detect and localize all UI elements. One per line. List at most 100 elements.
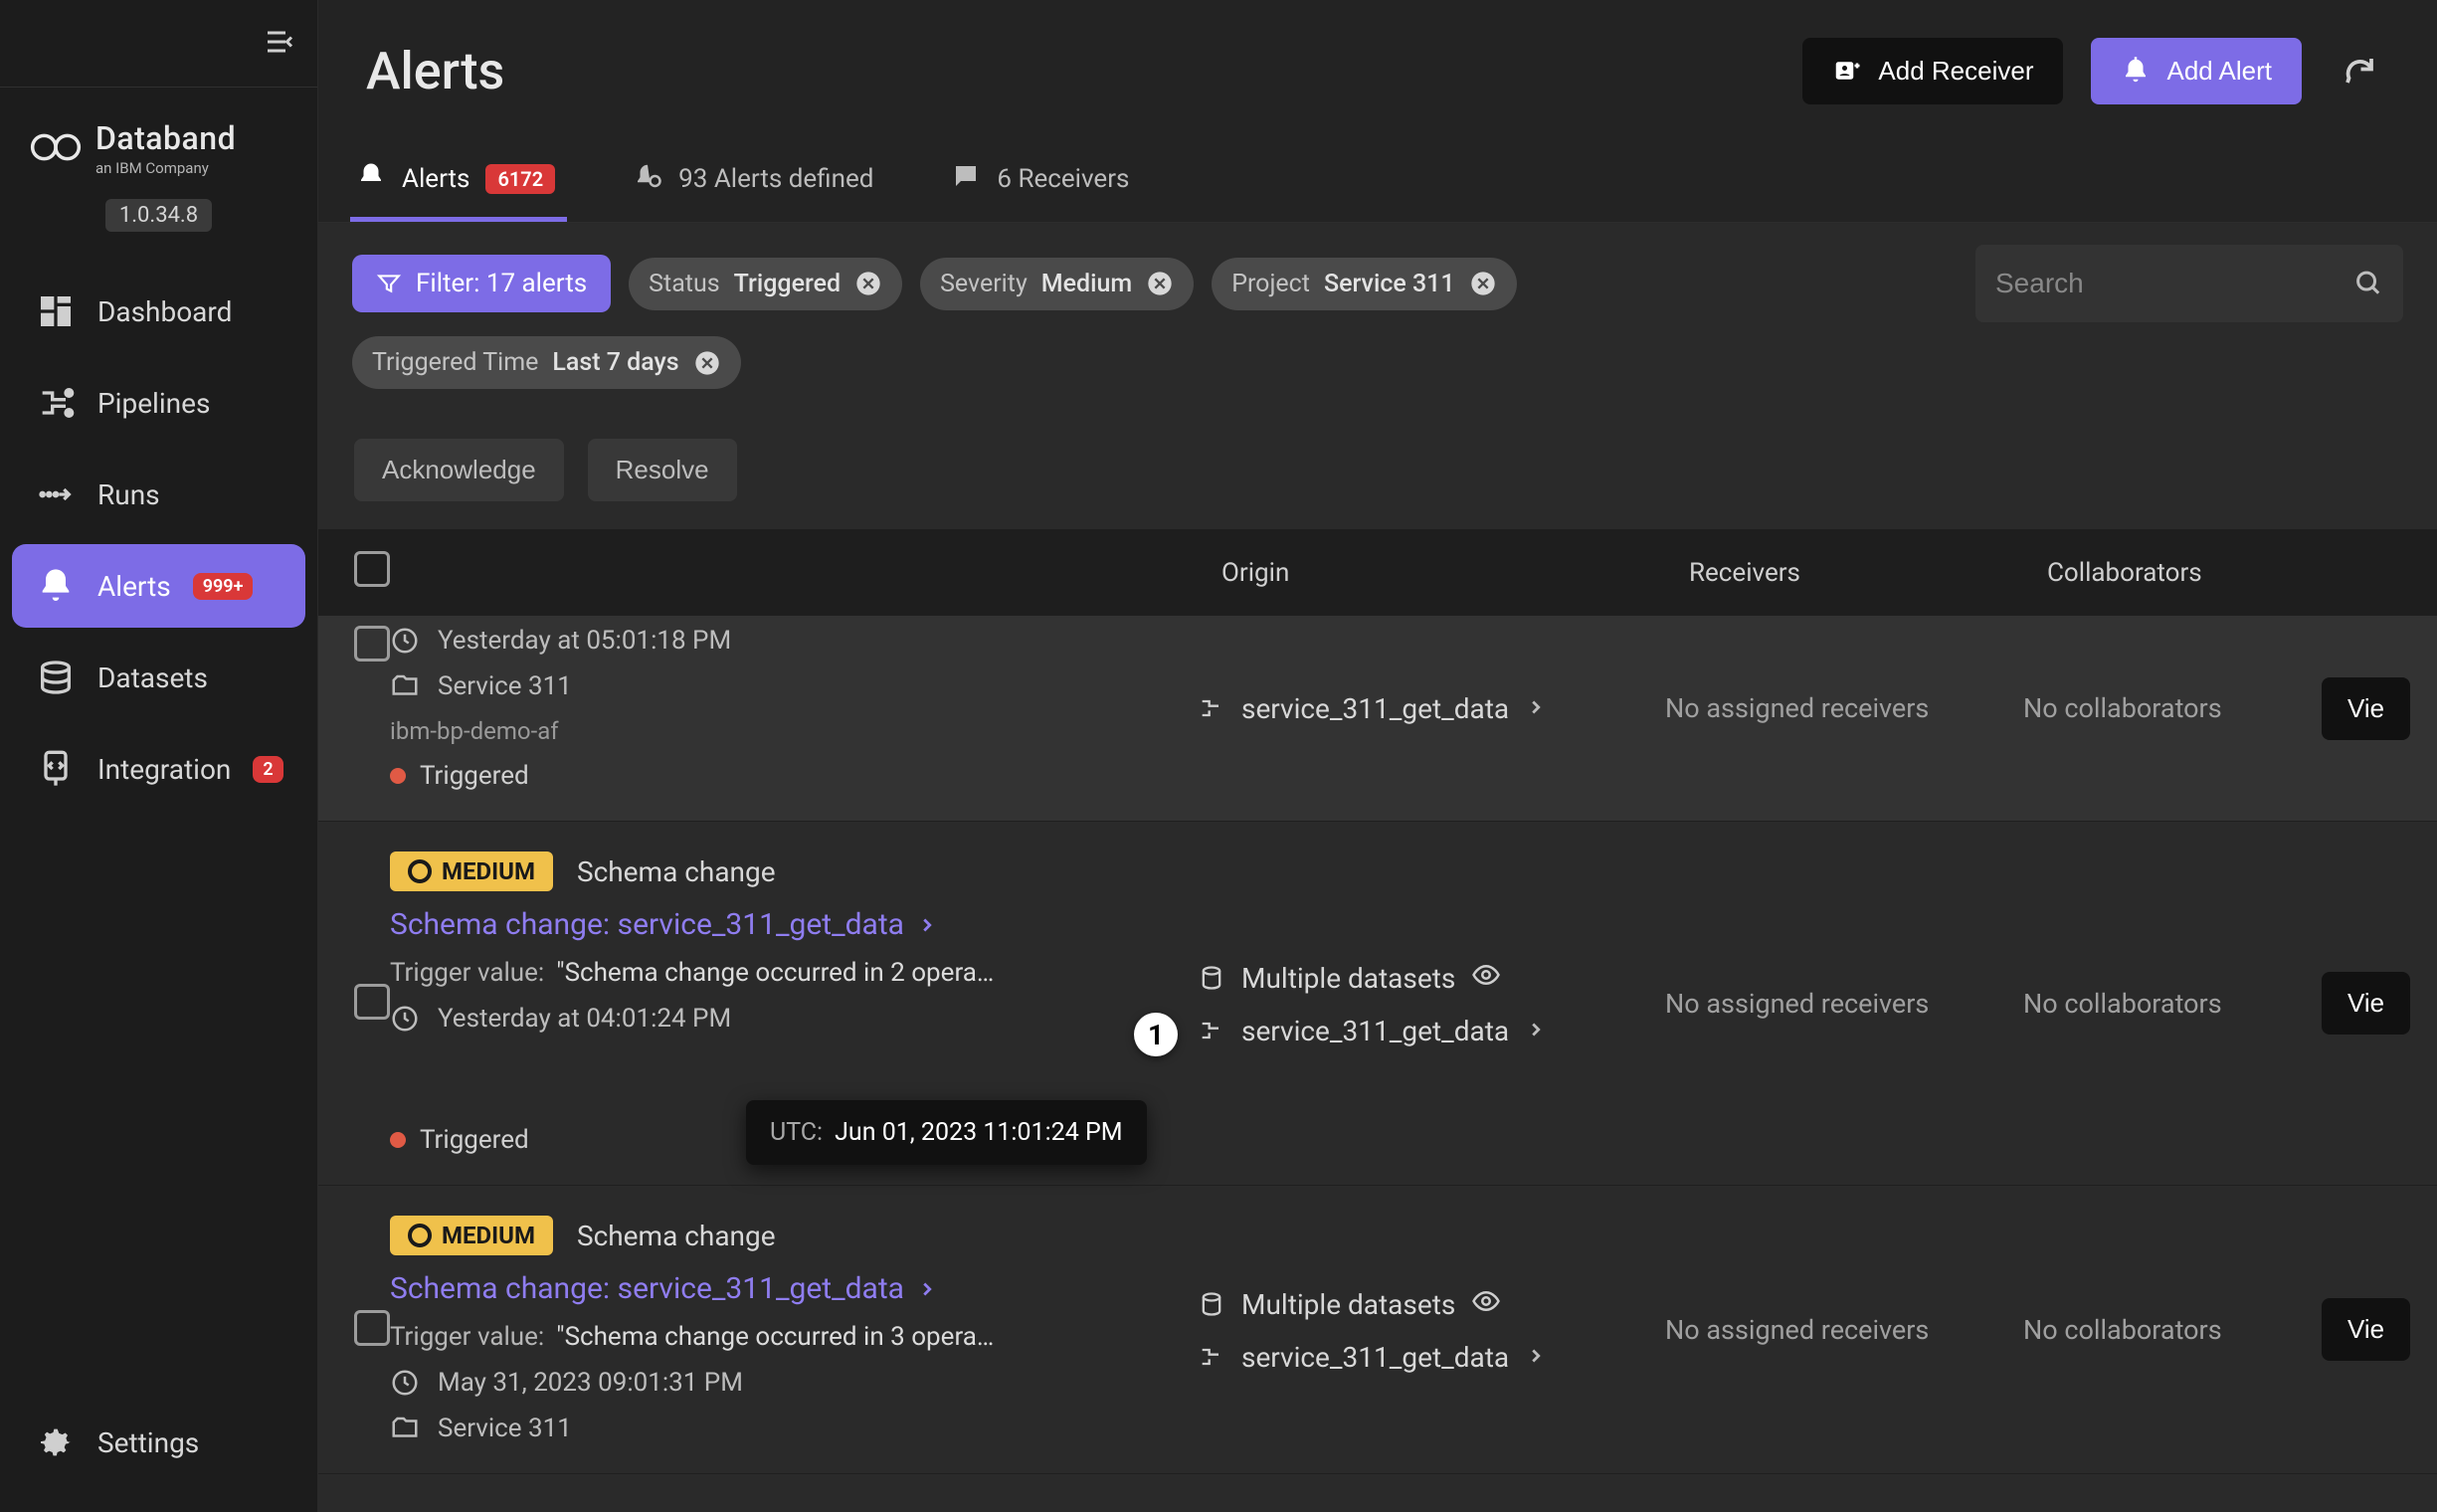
pipelines-icon (36, 383, 76, 423)
add-alert-button[interactable]: Add Alert (2091, 38, 2302, 104)
bell-gear-icon (633, 161, 662, 198)
origin-datasets[interactable]: Multiple datasets (1198, 960, 1665, 997)
sidebar-nav: Dashboard Pipelines Runs Alerts 999+ (0, 262, 317, 1512)
close-icon[interactable] (854, 270, 882, 297)
main-content: Alerts Add Receiver Add Alert (318, 0, 2437, 1512)
alert-title-link[interactable]: Schema change: service_311_get_data (390, 907, 1198, 942)
alert-title-link[interactable]: Schema change: service_311_get_data (390, 1271, 1198, 1306)
filter-chip-status[interactable]: Status Triggered (629, 258, 902, 310)
tab-label: 93 Alerts defined (678, 164, 873, 194)
refresh-button[interactable] (2330, 41, 2389, 100)
filter-chip-triggered-time[interactable]: Triggered Time Last 7 days (352, 336, 741, 389)
collaborators-value: No collaborators (2023, 692, 2222, 724)
add-receiver-button[interactable]: Add Receiver (1802, 38, 2063, 104)
sidebar-item-label: Dashboard (97, 295, 232, 328)
select-all-checkbox[interactable] (354, 551, 390, 587)
alert-row: MEDIUM Schema change Schema change: serv… (318, 1186, 2437, 1474)
receivers-value: No assigned receivers (1665, 1314, 1929, 1346)
collapse-menu-icon[interactable] (262, 24, 297, 64)
sidebar-item-label: Settings (97, 1426, 199, 1459)
origin-pipeline[interactable]: service_311_get_data (1198, 1341, 1665, 1374)
alert-row: Yesterday at 05:01:18 PM Service 311 ibm… (318, 616, 2437, 822)
view-button[interactable]: Vie (2322, 677, 2410, 740)
sidebar-item-integration[interactable]: Integration 2 (12, 727, 305, 811)
sidebar-item-label: Integration (97, 753, 231, 786)
view-button[interactable]: Vie (2322, 972, 2410, 1035)
alert-project: Service 311 (390, 1414, 1198, 1443)
alert-timestamp: May 31, 2023 09:01:31 PM (390, 1368, 1198, 1398)
alert-status: Triggered (390, 761, 1198, 791)
receivers-value: No assigned receivers (1665, 692, 1929, 724)
chevron-right-icon (1525, 1341, 1547, 1374)
acknowledge-button[interactable]: Acknowledge (354, 439, 564, 501)
filter-chip-severity[interactable]: Severity Medium (920, 258, 1194, 310)
sidebar-item-pipelines[interactable]: Pipelines (12, 361, 305, 445)
close-icon[interactable] (693, 349, 721, 377)
message-icon (951, 161, 981, 198)
eye-icon[interactable] (1471, 960, 1501, 997)
bell-icon (356, 161, 386, 198)
search-input-wrapper (1975, 245, 2403, 322)
tab-receivers[interactable]: 6 Receivers (945, 141, 1141, 222)
sidebar-item-runs[interactable]: Runs (12, 453, 305, 536)
tab-label: 6 Receivers (997, 164, 1129, 194)
sidebar-item-label: Datasets (97, 662, 208, 694)
alert-row: MEDIUM Schema change Schema change: serv… (318, 822, 2437, 1186)
sidebar-item-settings[interactable]: Settings (12, 1401, 305, 1484)
alert-env: ibm-bp-demo-af (390, 717, 1198, 745)
close-icon[interactable] (1469, 270, 1497, 297)
sidebar-item-label: Alerts (97, 570, 171, 603)
version-badge: 1.0.34.8 (105, 199, 212, 232)
datasets-icon (36, 658, 76, 697)
brand-subtitle: an IBM Company (95, 159, 236, 177)
tab-alerts[interactable]: Alerts 6172 (350, 141, 567, 222)
filter-chip-project[interactable]: Project Service 311 (1212, 258, 1516, 310)
sidebar-item-datasets[interactable]: Datasets (12, 636, 305, 719)
tab-label: Alerts (402, 164, 469, 194)
search-icon (2354, 266, 2383, 301)
table-header: Origin Receivers Collaborators (318, 529, 2437, 616)
alert-project: Service 311 (390, 671, 1198, 701)
collaborators-value: No collaborators (2023, 988, 2222, 1020)
resolve-button[interactable]: Resolve (588, 439, 737, 501)
filter-bar: Filter: 17 alerts Status Triggered Sever… (318, 223, 2437, 328)
sidebar-item-label: Runs (97, 478, 160, 511)
sidebar-item-label: Pipelines (97, 387, 210, 420)
button-label: Add Alert (2166, 56, 2272, 87)
chevron-right-icon (1525, 692, 1547, 725)
sidebar-item-alerts[interactable]: Alerts 999+ (12, 544, 305, 628)
origin-pipeline[interactable]: service_311_get_data (1198, 1015, 1665, 1047)
row-checkbox[interactable] (354, 1310, 390, 1346)
origin-datasets[interactable]: Multiple datasets (1198, 1286, 1665, 1323)
row-checkbox[interactable] (354, 626, 390, 662)
trigger-value: Trigger value: "Schema change occurred i… (390, 1322, 1198, 1352)
alert-timestamp: Yesterday at 05:01:18 PM (390, 626, 1198, 656)
alerts-count-badge: 999+ (193, 573, 254, 600)
search-input[interactable] (1995, 268, 2354, 299)
sidebar-item-dashboard[interactable]: Dashboard (12, 270, 305, 353)
alerts-list: Yesterday at 05:01:18 PM Service 311 ibm… (318, 616, 2437, 1512)
integration-count-badge: 2 (253, 756, 282, 783)
severity-badge: MEDIUM (390, 1216, 553, 1255)
alert-timestamp: Yesterday at 04:01:24 PM (390, 1004, 1198, 1034)
sidebar: Databand an IBM Company 1.0.34.8 Dashboa… (0, 0, 318, 1512)
column-collaborators: Collaborators (2047, 558, 2345, 588)
row-checkbox[interactable] (354, 984, 390, 1020)
origin-pipeline[interactable]: service_311_get_data (1198, 692, 1665, 725)
button-label: Add Receiver (1878, 56, 2033, 87)
dashboard-icon (36, 291, 76, 331)
status-dot-icon (390, 768, 406, 784)
close-icon[interactable] (1146, 270, 1174, 297)
page-header: Alerts Add Receiver Add Alert (318, 0, 2437, 141)
utc-tooltip: UTC: Jun 01, 2023 11:01:24 PM (746, 1100, 1147, 1165)
bulk-actions: Acknowledge Resolve (318, 411, 2437, 529)
eye-icon[interactable] (1471, 1286, 1501, 1323)
brand: Databand an IBM Company (0, 88, 317, 189)
tab-alerts-defined[interactable]: 93 Alerts defined (627, 141, 885, 222)
alert-type: Schema change (577, 855, 776, 888)
filter-summary-button[interactable]: Filter: 17 alerts (352, 255, 611, 312)
column-origin: Origin (1221, 558, 1689, 588)
runs-icon (36, 474, 76, 514)
databand-logo-icon (28, 119, 84, 179)
view-button[interactable]: Vie (2322, 1298, 2410, 1361)
